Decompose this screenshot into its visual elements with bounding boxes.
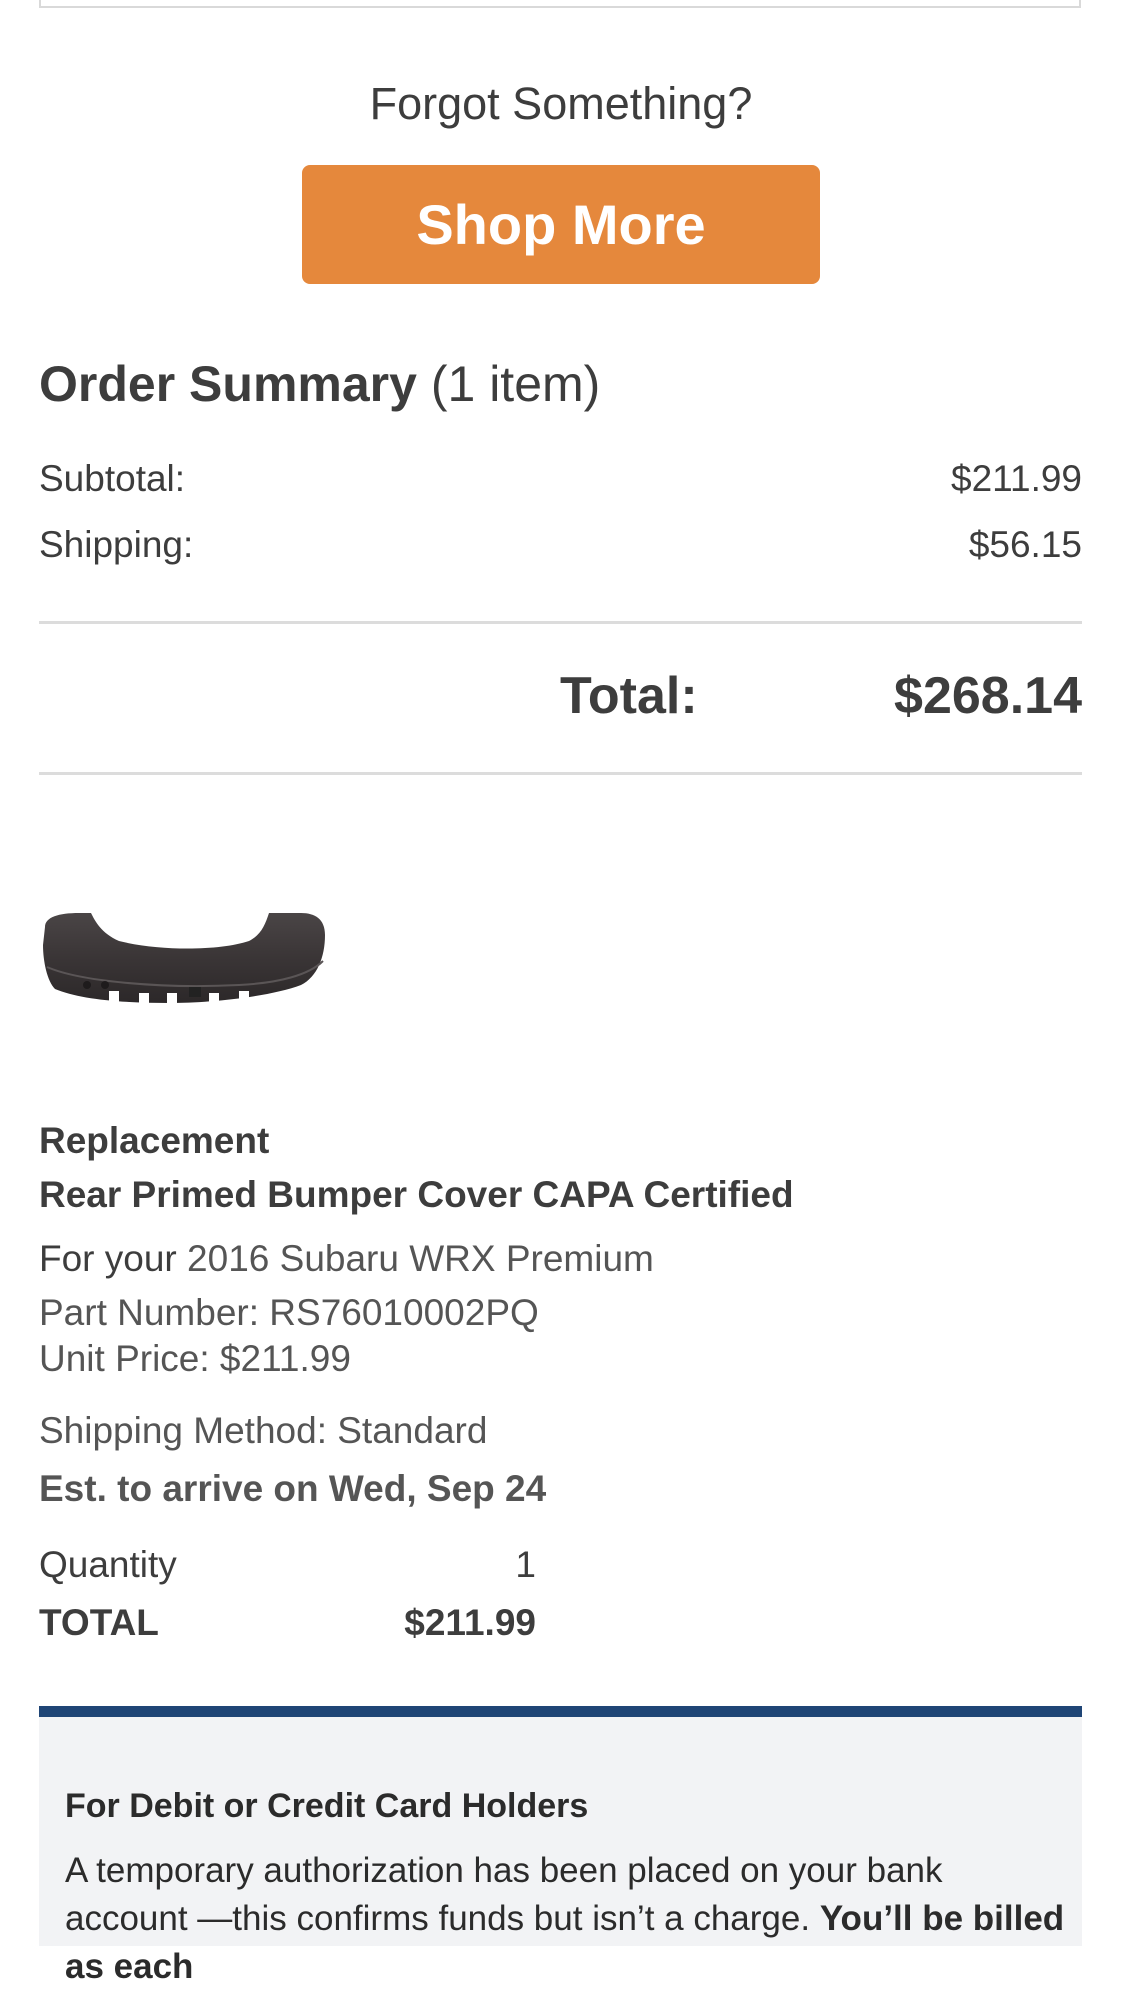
part-number: Part Number: RS76010002PQ (39, 1292, 539, 1333)
shipping-row: Shipping: $56.15 (39, 524, 1082, 566)
rear-bumper-image (43, 913, 325, 1003)
card-notice-title: For Debit or Credit Card Holders (65, 1787, 589, 1825)
arrival-estimate: Est. to arrive on Wed, Sep 24 (39, 1468, 547, 1509)
order-item-count: (1 item) (430, 356, 601, 412)
item-total-value: $211.99 (404, 1602, 536, 1643)
order-summary-title: Order Summary (39, 356, 417, 412)
quantity-value: 1 (515, 1544, 536, 1585)
shipping-method: Shipping Method: Standard (39, 1410, 488, 1451)
item-total-label: TOTAL (39, 1602, 159, 1643)
quantity-row: Quantity 1 (39, 1544, 536, 1586)
previous-section-box (39, 0, 1081, 8)
subtotal-row: Subtotal: $211.99 (39, 458, 1082, 500)
item-total-row: TOTAL $211.99 (39, 1602, 536, 1644)
forgot-something-text: Forgot Something? (369, 78, 753, 129)
vehicle-prefix: For your (39, 1238, 188, 1279)
card-holder-notice: For Debit or Credit Card Holders A tempo… (39, 1706, 1082, 1986)
order-summary-heading: Order Summary (1 item) (39, 355, 600, 413)
shipping-value: $56.15 (968, 524, 1082, 565)
vehicle-name: 2016 Subaru WRX Premium (187, 1238, 654, 1279)
card-notice-text: A temporary authorization has been place… (65, 1851, 943, 1938)
order-total-label: Total: (560, 667, 698, 725)
subtotal-value: $211.99 (951, 458, 1082, 499)
item-vehicle: For your 2016 Subaru WRX Premium (39, 1238, 654, 1280)
item-name-line2[interactable]: Rear Primed Bumper Cover CAPA Certified (39, 1174, 794, 1216)
shop-more-button[interactable]: Shop More (302, 165, 820, 284)
item-name-line1: Replacement (39, 1120, 270, 1161)
summary-divider-bottom (39, 772, 1082, 775)
shipping-label: Shipping: (39, 524, 194, 565)
card-notice-body: A temporary authorization has been place… (65, 1847, 1065, 1991)
summary-divider-top (39, 621, 1082, 624)
subtotal-label: Subtotal: (39, 458, 186, 499)
unit-price: Unit Price: $211.99 (39, 1338, 351, 1379)
quantity-label: Quantity (39, 1544, 177, 1585)
order-total-value: $268.14 (894, 667, 1082, 725)
